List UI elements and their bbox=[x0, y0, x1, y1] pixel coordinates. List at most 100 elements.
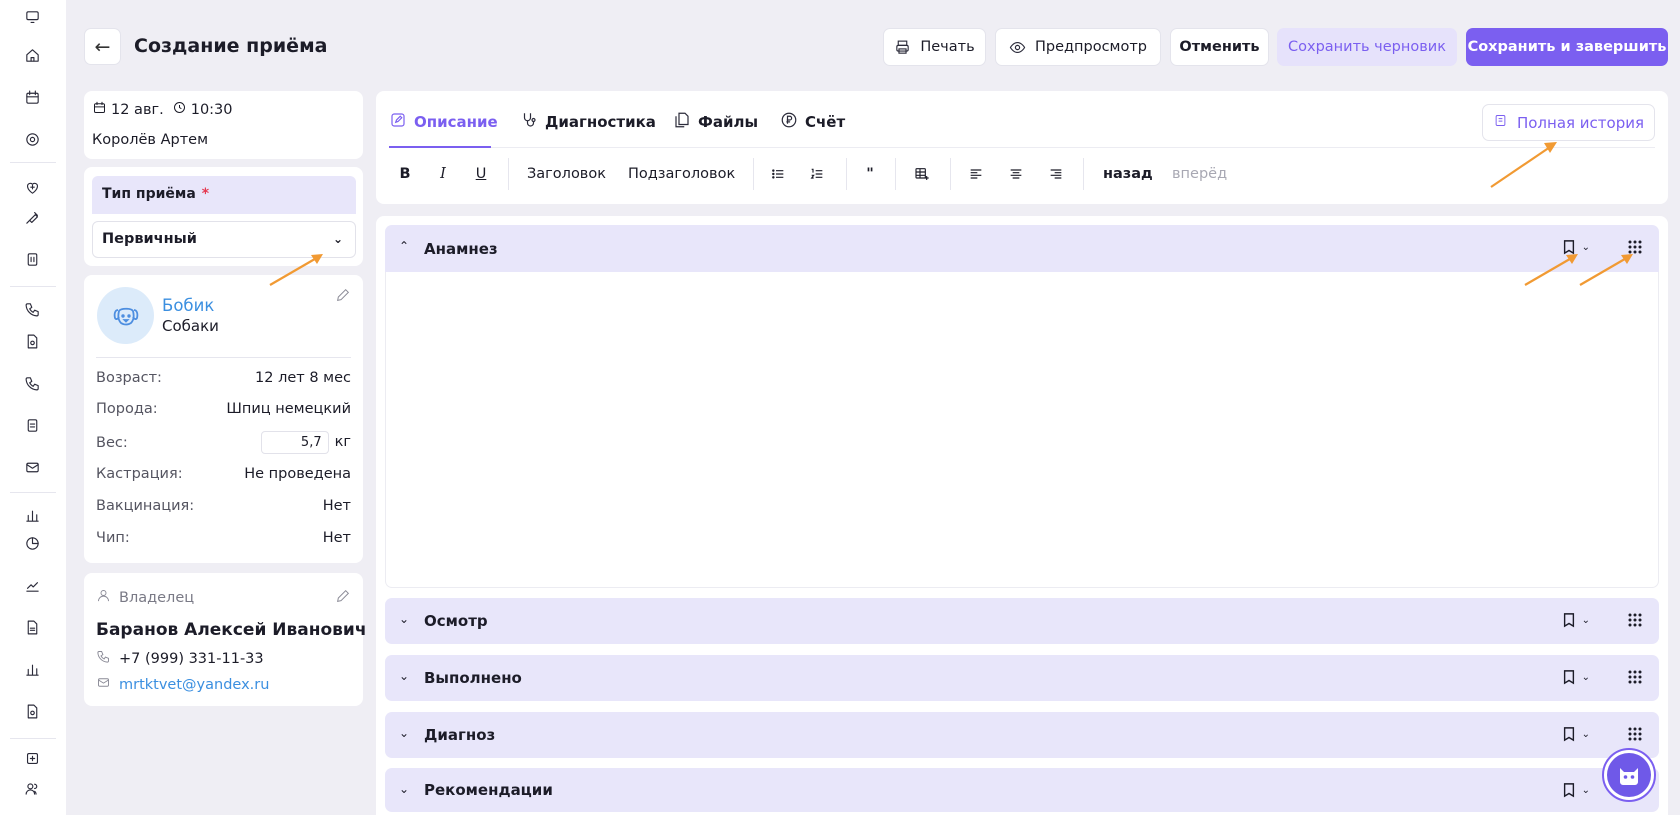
edit-pet-icon[interactable] bbox=[335, 287, 351, 303]
mail-icon bbox=[96, 675, 111, 694]
chevron-down-icon: ⌄ bbox=[1581, 728, 1590, 740]
tabs-divider bbox=[389, 147, 1655, 148]
stats-icon[interactable] bbox=[21, 658, 43, 680]
pet-field-chip: Чип: Нет bbox=[96, 530, 351, 546]
bookmark-icon bbox=[1563, 783, 1574, 798]
underline-button[interactable]: U bbox=[472, 162, 490, 186]
report-icon[interactable] bbox=[21, 616, 43, 638]
bookmark-dropdown[interactable]: ⌄ bbox=[1562, 782, 1590, 798]
weight-input[interactable]: 5,7 bbox=[260, 431, 329, 454]
bookmark-dropdown[interactable]: ⌄ bbox=[1562, 612, 1590, 628]
pie-chart-icon[interactable] bbox=[21, 532, 43, 554]
invoice-icon[interactable] bbox=[21, 700, 43, 722]
task-icon[interactable] bbox=[21, 414, 43, 436]
stethoscope-icon bbox=[520, 111, 538, 133]
section-exam[interactable]: ⌄ Осмотр ⌄ bbox=[385, 598, 1659, 644]
bold-button[interactable]: B bbox=[396, 162, 414, 186]
syringe-icon[interactable] bbox=[21, 206, 43, 228]
table-insert-icon[interactable] bbox=[912, 162, 932, 186]
section-anamnesis[interactable]: ⌃ Анамнез ⌄ bbox=[385, 225, 1659, 272]
subheading-button[interactable]: Подзаголовок bbox=[628, 162, 735, 186]
pet-species: Собаки bbox=[162, 317, 219, 335]
visit-type-label: Тип приёма * bbox=[92, 176, 356, 214]
edit-owner-icon[interactable] bbox=[335, 588, 351, 604]
pet-field-age: Возраст: 12 лет 8 мес bbox=[96, 370, 351, 386]
back-button[interactable]: ← bbox=[84, 28, 121, 65]
bookmark-dropdown[interactable]: ⌄ bbox=[1562, 726, 1590, 742]
drag-handle-icon[interactable] bbox=[1627, 669, 1643, 685]
bookmark-icon bbox=[1563, 727, 1574, 742]
eye-icon bbox=[1009, 39, 1026, 56]
owner-email-link[interactable]: mrtktvet@yandex.ru bbox=[119, 677, 269, 693]
owner-phone: +7 (999) 331-11-33 bbox=[96, 649, 264, 668]
owner-name: Баранов Алексей Иванович bbox=[96, 620, 367, 640]
print-button[interactable]: Печать bbox=[883, 28, 986, 66]
phone-icon[interactable] bbox=[21, 298, 43, 320]
heart-plus-icon[interactable] bbox=[21, 176, 43, 198]
align-left-icon[interactable] bbox=[967, 162, 985, 186]
align-right-icon[interactable] bbox=[1047, 162, 1065, 186]
chevron-up-icon: ⌃ bbox=[399, 239, 410, 253]
bullet-list-icon[interactable] bbox=[769, 162, 787, 186]
pet-avatar bbox=[97, 287, 154, 344]
monitor-icon[interactable] bbox=[21, 6, 43, 28]
section-performed[interactable]: ⌄ Выполнено ⌄ bbox=[385, 655, 1659, 701]
align-center-icon[interactable] bbox=[1007, 162, 1025, 186]
full-history-button[interactable]: Полная история bbox=[1482, 104, 1655, 141]
call-icon[interactable] bbox=[21, 372, 43, 394]
tab-description[interactable]: Описание bbox=[389, 111, 498, 133]
active-tab-indicator bbox=[389, 146, 491, 148]
pet-name-link[interactable]: Бобик bbox=[162, 296, 214, 315]
cancel-button[interactable]: Отменить bbox=[1170, 28, 1269, 66]
anamnesis-editor[interactable] bbox=[385, 272, 1659, 588]
printer-icon bbox=[894, 39, 911, 56]
save-finish-button[interactable]: Сохранить и завершить bbox=[1466, 28, 1668, 66]
calendar-icon[interactable] bbox=[21, 86, 43, 108]
weight-unit: кг bbox=[334, 434, 351, 450]
bookmark-dropdown[interactable]: ⌄ bbox=[1562, 669, 1590, 685]
pets-icon[interactable] bbox=[21, 128, 43, 150]
clinic-icon[interactable] bbox=[21, 747, 43, 769]
tab-files[interactable]: Файлы bbox=[673, 111, 758, 133]
dog-icon bbox=[113, 307, 138, 325]
mail-icon[interactable] bbox=[21, 456, 43, 478]
bot-icon bbox=[1607, 753, 1651, 797]
undo-button[interactable]: назад bbox=[1103, 162, 1153, 186]
visit-datetime: 12 авг. 10:30 bbox=[92, 100, 233, 119]
redo-button[interactable]: вперёд bbox=[1172, 162, 1227, 186]
clipboard-icon[interactable] bbox=[21, 248, 43, 270]
bookmark-icon bbox=[1563, 670, 1574, 685]
user-icon bbox=[96, 588, 111, 607]
section-recommendations[interactable]: ⌄ Рекомендации ⌄ bbox=[385, 768, 1659, 812]
document-icon[interactable] bbox=[21, 330, 43, 352]
chevron-down-icon: ⌄ bbox=[1581, 784, 1590, 796]
bar-chart-icon[interactable] bbox=[21, 504, 43, 526]
assistant-bot-button[interactable] bbox=[1602, 748, 1656, 802]
tab-diagnostics[interactable]: Диагностика bbox=[520, 111, 656, 133]
chevron-down-icon: ⌄ bbox=[1581, 614, 1590, 626]
drag-handle-icon[interactable] bbox=[1627, 612, 1643, 628]
clock-icon bbox=[172, 100, 187, 119]
edit-square-icon bbox=[389, 111, 407, 133]
quote-button[interactable]: " bbox=[863, 162, 877, 186]
italic-button[interactable]: I bbox=[434, 162, 452, 186]
save-draft-button[interactable]: Сохранить черновик bbox=[1277, 28, 1457, 66]
numbered-list-icon[interactable] bbox=[808, 162, 826, 186]
users-icon[interactable] bbox=[21, 777, 43, 799]
tab-invoice[interactable]: Счёт bbox=[780, 111, 845, 133]
calendar-icon bbox=[92, 100, 107, 119]
preview-button[interactable]: Предпросмотр bbox=[995, 28, 1161, 66]
chevron-down-icon: ⌄ bbox=[1581, 671, 1590, 683]
required-mark: * bbox=[201, 186, 210, 202]
line-chart-icon[interactable] bbox=[21, 574, 43, 596]
chevron-down-icon: ⌄ bbox=[399, 669, 410, 683]
pet-field-weight: Вес: 5,7 кг bbox=[96, 431, 351, 454]
heading-button[interactable]: Заголовок bbox=[527, 162, 606, 186]
visit-time: 10:30 bbox=[190, 101, 233, 118]
section-diagnosis[interactable]: ⌄ Диагноз ⌄ bbox=[385, 712, 1659, 758]
chevron-down-icon: ⌄ bbox=[399, 726, 410, 740]
chevron-down-icon: ⌄ bbox=[399, 782, 410, 796]
drag-handle-icon[interactable] bbox=[1627, 726, 1643, 742]
home-icon[interactable] bbox=[21, 44, 43, 66]
chevron-down-icon: ⌄ bbox=[1581, 241, 1590, 253]
